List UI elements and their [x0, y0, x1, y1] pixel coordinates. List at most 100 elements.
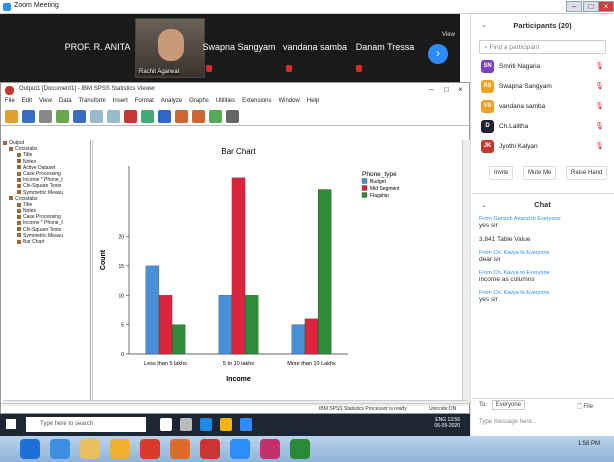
- bar-chart[interactable]: Bar Chart 0 5 10 15 20 Count Less than 5 lakhs 5…: [93, 140, 463, 402]
- spss-close-button[interactable]: ×: [458, 85, 463, 94]
- y-tick-label: 10: [118, 293, 124, 299]
- zoom-host-icon[interactable]: [230, 439, 250, 459]
- menu-item-format[interactable]: Format: [135, 98, 154, 104]
- taskbar-search-input[interactable]: Type here to search: [26, 417, 146, 432]
- zoom-title-bar: Zoom Meeting – □ ×: [0, 0, 614, 14]
- spss-title: Output1 [Document1] - IBM SPSS Statistic…: [19, 86, 156, 92]
- undo-icon[interactable]: [90, 110, 103, 123]
- next-page-icon[interactable]: ›: [428, 44, 448, 64]
- windows-start-icon[interactable]: [6, 419, 16, 429]
- cortana-icon[interactable]: [160, 418, 172, 431]
- participant-tile[interactable]: Swapna Sangyam: [200, 22, 278, 74]
- participant-row[interactable]: SN Smriti Nagaria 🎙: [471, 58, 614, 77]
- media-icon[interactable]: [110, 439, 130, 459]
- spss-maximize-button[interactable]: □: [444, 85, 449, 94]
- ie-icon[interactable]: [50, 439, 70, 459]
- excel-icon[interactable]: [290, 439, 310, 459]
- menu-item-view[interactable]: View: [39, 98, 52, 104]
- x-tick-label: More than 10 Lakhs: [287, 361, 336, 367]
- menu-item-insert[interactable]: Insert: [113, 98, 128, 104]
- task-view-icon[interactable]: [180, 418, 192, 431]
- minimize-button[interactable]: –: [566, 1, 582, 12]
- print-icon[interactable]: [39, 110, 52, 123]
- spss-minimize-button[interactable]: –: [429, 85, 433, 94]
- outline-item[interactable]: Bar Chart: [3, 239, 90, 245]
- select-output-icon[interactable]: [192, 110, 205, 123]
- file-explorer-icon[interactable]: [220, 418, 232, 431]
- active-video[interactable]: Rachit Agarwal: [135, 18, 205, 78]
- raise-hand-button[interactable]: Raise Hand: [566, 166, 608, 180]
- chevron-down-icon[interactable]: ⌄: [481, 20, 487, 29]
- menu-item-graphs[interactable]: Graphs: [189, 98, 209, 104]
- participant-row[interactable]: SS Swapna Sangyam 🎙: [471, 78, 614, 97]
- menu-item-analyze[interactable]: Analyze: [161, 98, 182, 104]
- video-gallery: PROF. R. ANITA Rachit Agarwal Swapna San…: [0, 14, 460, 82]
- participant-tile[interactable]: PROF. R. ANITA: [60, 22, 135, 74]
- participant-name: Ch.Lalitha: [499, 123, 529, 130]
- goto-case-icon[interactable]: [141, 110, 154, 123]
- file-button[interactable]: 🗋 File: [577, 402, 593, 412]
- legend-label: Budget: [370, 179, 386, 185]
- spss-taskbar-icon[interactable]: [200, 439, 220, 459]
- participants-title: Participants (20): [513, 21, 572, 30]
- invite-button[interactable]: Invite: [489, 166, 514, 180]
- close-button[interactable]: ×: [598, 1, 614, 12]
- recipient-select[interactable]: Everyone: [491, 400, 526, 410]
- show-output-icon[interactable]: [209, 110, 222, 123]
- redo-icon[interactable]: [107, 110, 120, 123]
- chat-input[interactable]: Type message here...: [471, 416, 614, 432]
- zoom-taskbar-icon[interactable]: [240, 418, 252, 431]
- participant-row[interactable]: JK Jyothi Kalyan 🎙: [471, 138, 614, 157]
- mic-muted-icon: 🎙: [595, 103, 604, 110]
- view-button[interactable]: View: [442, 32, 455, 38]
- participant-name: vandana samba: [282, 42, 348, 52]
- mic-muted-icon: 🎙: [595, 63, 604, 70]
- menu-item-transform[interactable]: Transform: [79, 98, 106, 104]
- participants-panel: ⌄ Participants (20) ⌕ Find a participant…: [470, 14, 614, 462]
- participant-search-input[interactable]: ⌕ Find a participant: [479, 40, 606, 54]
- x-tick-label: Less than 5 lakhs: [144, 361, 187, 367]
- mute-me-button[interactable]: Mute Me: [523, 166, 557, 180]
- folder-icon[interactable]: [80, 439, 100, 459]
- participant-row[interactable]: VS vandana samba 🎙: [471, 98, 614, 117]
- chat-header: ⌄ Chat: [471, 193, 614, 211]
- participant-row[interactable]: D Ch.Lalitha 🎙: [471, 118, 614, 137]
- hide-output-icon[interactable]: [226, 110, 239, 123]
- avatar: VS: [481, 100, 494, 113]
- menu-item-data[interactable]: Data: [59, 98, 72, 104]
- chrome-icon[interactable]: [140, 439, 160, 459]
- search-placeholder: Find a participant: [489, 44, 540, 51]
- view-label: View: [442, 32, 455, 38]
- menu-item-edit[interactable]: Edit: [22, 98, 32, 104]
- chat-text: 3.841 Table Value: [479, 236, 531, 243]
- goto-data-icon[interactable]: [124, 110, 137, 123]
- participant-tile[interactable]: vandana samba: [280, 22, 350, 74]
- save-icon[interactable]: [22, 110, 35, 123]
- spss-icon: [5, 86, 14, 95]
- menu-item-utilities[interactable]: Utilities: [216, 98, 235, 104]
- open-icon[interactable]: [5, 110, 18, 123]
- insert-output-icon[interactable]: [175, 110, 188, 123]
- menu-item-window[interactable]: Window: [279, 98, 300, 104]
- variables-icon[interactable]: [158, 110, 171, 123]
- bar: [317, 189, 332, 355]
- participant-name: Swapna Sangyam: [499, 83, 552, 90]
- menu-item-file[interactable]: File: [5, 98, 15, 104]
- avatar: SN: [481, 60, 494, 73]
- maximize-button[interactable]: □: [583, 1, 599, 12]
- chat-message: From Ch. Kavya to Everyone income as colu…: [471, 268, 614, 285]
- chevron-down-icon[interactable]: ⌄: [481, 200, 487, 209]
- participant-tile[interactable]: Danam Tressa: [350, 22, 420, 74]
- vertical-scrollbar[interactable]: [462, 140, 470, 402]
- app-icon[interactable]: [260, 439, 280, 459]
- bar: [231, 177, 246, 355]
- export-icon[interactable]: [56, 110, 69, 123]
- menu-item-extensions[interactable]: Extensions: [242, 98, 271, 104]
- edge-icon[interactable]: [200, 418, 212, 431]
- recall-dialog-icon[interactable]: [73, 110, 86, 123]
- vlc-icon[interactable]: [170, 439, 190, 459]
- start-orb-icon[interactable]: [20, 439, 40, 459]
- menu-item-help[interactable]: Help: [307, 98, 319, 104]
- participants-header: ⌄ Participants (20): [471, 14, 614, 36]
- legend-swatch: [361, 192, 368, 198]
